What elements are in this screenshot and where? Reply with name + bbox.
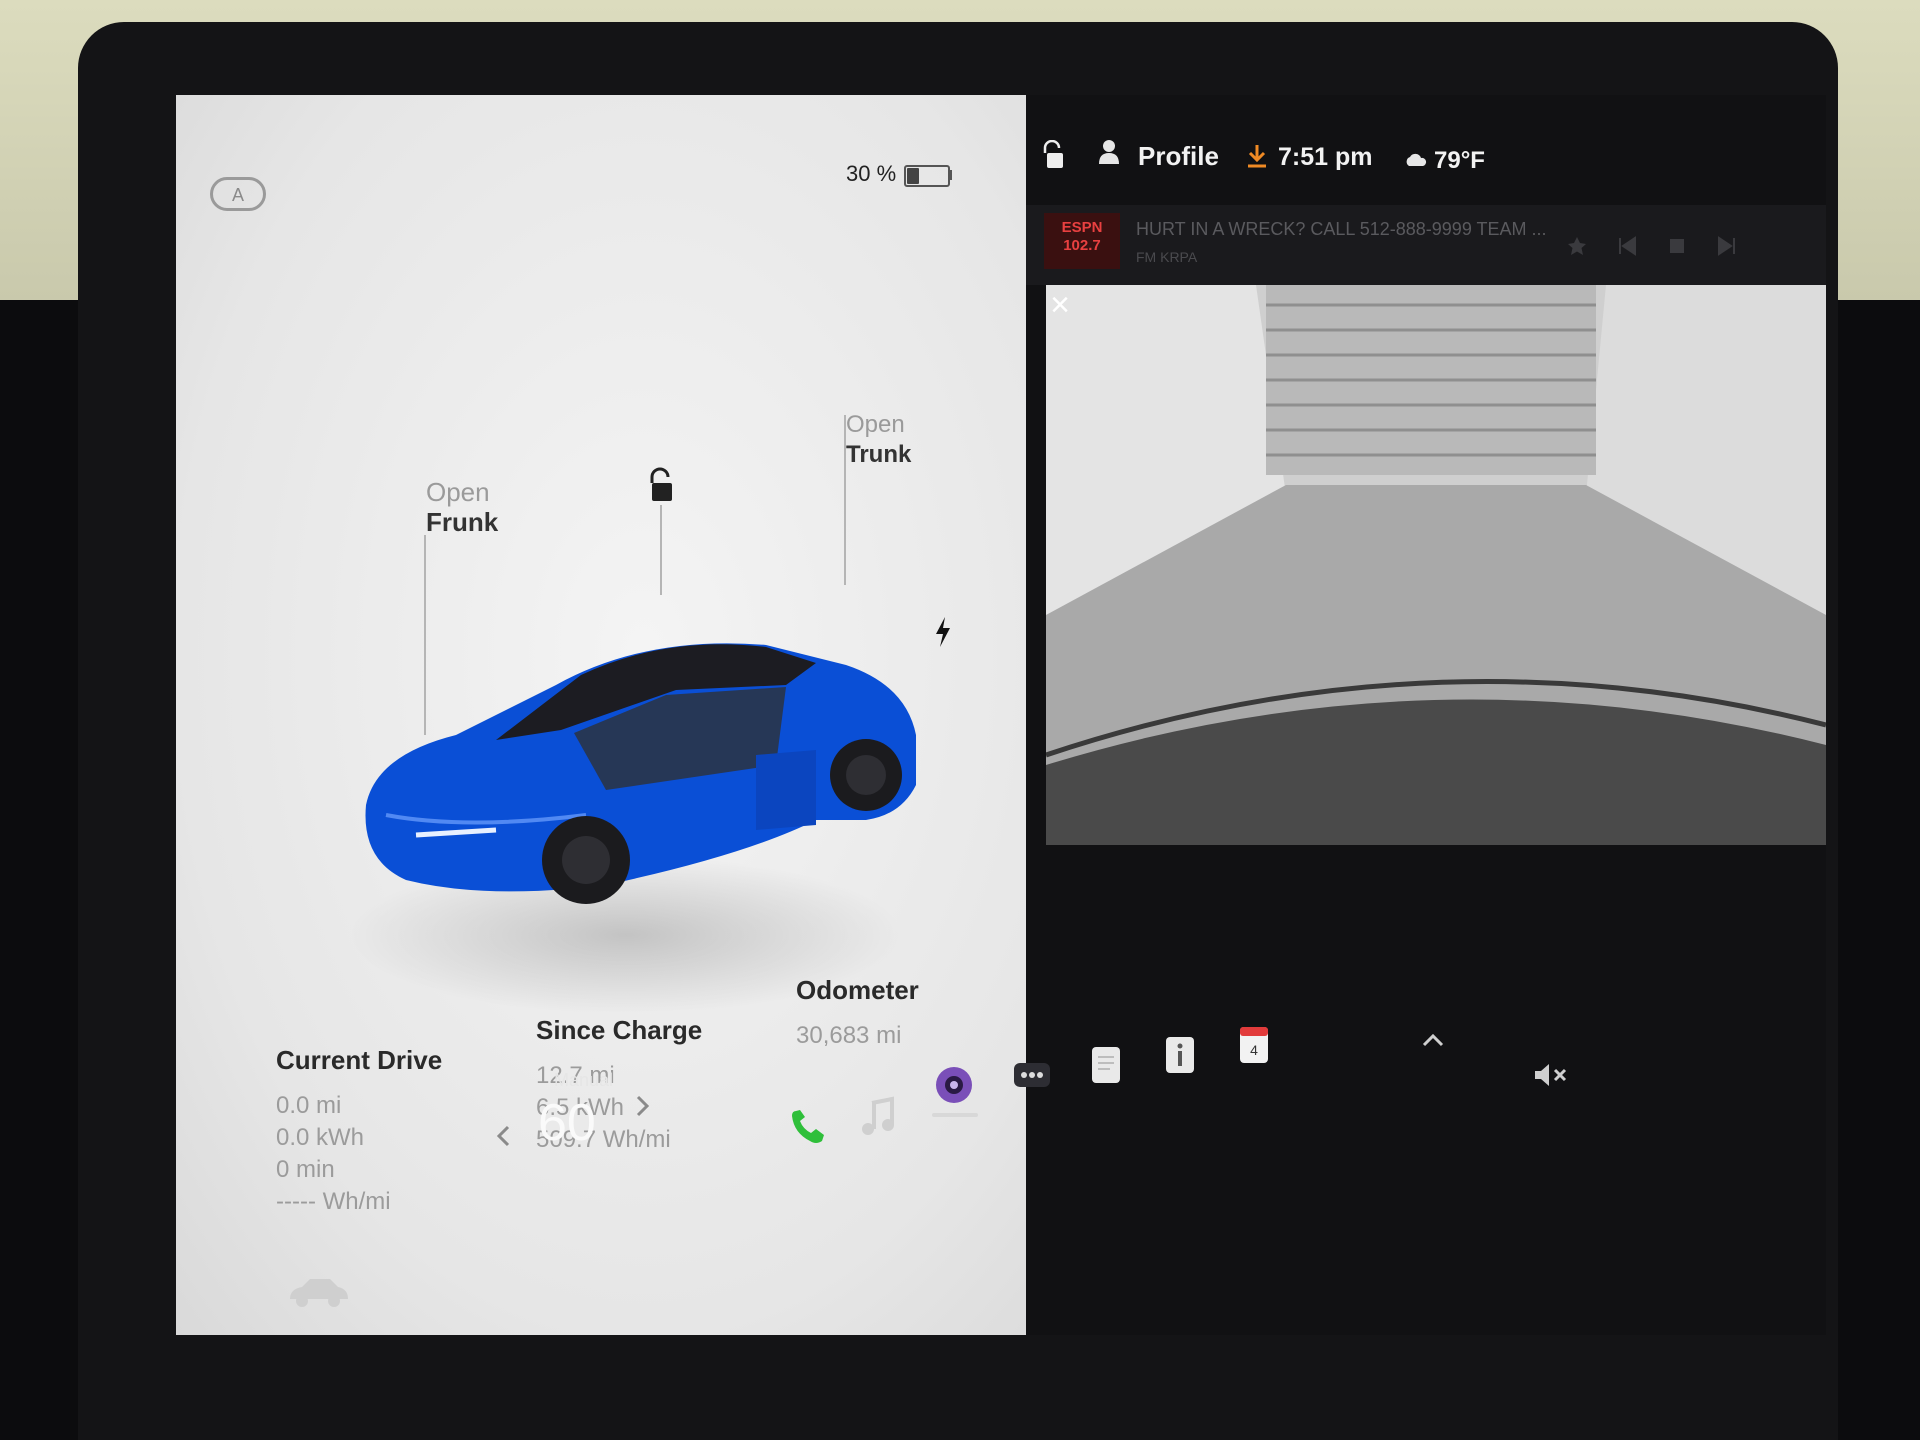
clock-time: 7:51 pm <box>1278 143 1373 171</box>
trip-current-drive: Current Drive 0.0 mi 0.0 kWh 0 min -----… <box>276 1045 442 1218</box>
trunk-action: Open <box>846 411 905 438</box>
chevron-left-icon[interactable] <box>496 1125 510 1147</box>
charge-port-icon[interactable] <box>932 615 954 649</box>
odometer-value: 30,683 mi <box>796 1022 902 1049</box>
phone-icon[interactable] <box>786 1105 830 1149</box>
odometer-title: Odometer <box>796 975 919 1005</box>
lock-callout-line <box>660 505 662 595</box>
station-logo: ESPN 102.7 <box>1044 213 1120 269</box>
current-drive-title: Current Drive <box>276 1045 443 1075</box>
notes-icon[interactable] <box>1084 1043 1128 1087</box>
info-icon[interactable] <box>1158 1033 1202 1077</box>
profile-icon[interactable] <box>1098 139 1120 165</box>
camera-app-icon[interactable] <box>932 1063 976 1107</box>
media-title: HURT IN A WRECK? CALL 512-888-9999 TEAM … <box>1136 219 1547 239</box>
battery-level-fill <box>907 168 919 184</box>
active-app-indicator <box>932 1113 978 1117</box>
frunk-name: Frunk <box>426 507 499 537</box>
trip-odometer: Odometer 30,683 mi <box>796 975 919 1052</box>
open-trunk-button[interactable]: Open Trunk <box>846 410 911 470</box>
current-drive-distance: 0.0 mi <box>276 1092 342 1119</box>
speed-mode-label: Manual <box>554 1070 614 1090</box>
mute-icon[interactable] <box>1532 1061 1570 1089</box>
next-track-icon[interactable] <box>1716 235 1738 257</box>
calendar-icon[interactable]: 4 <box>1232 1023 1276 1067</box>
trunk-name: Trunk <box>846 441 912 468</box>
right-panel: Profile 7:51 pm 79°F ESPN 102.7 HURT IN … <box>1026 95 1826 1335</box>
cloud-icon <box>1406 153 1427 166</box>
rear-camera-feed <box>1046 285 1826 845</box>
status-bar: Profile 7:51 pm 79°F <box>1026 95 1826 185</box>
battery-icon <box>904 165 950 187</box>
lock-icon[interactable] <box>1040 140 1064 170</box>
auto-headlights-icon[interactable]: A <box>210 177 266 211</box>
chevron-right-icon[interactable] <box>636 1095 650 1117</box>
more-icon[interactable] <box>1010 1053 1054 1097</box>
car-3d-model <box>365 643 916 904</box>
close-camera-button[interactable]: × <box>1040 285 1080 325</box>
previous-track-icon[interactable] <box>1616 235 1638 257</box>
frunk-action: Open <box>426 477 490 507</box>
car-icon[interactable] <box>286 1273 350 1309</box>
touchscreen: A 30 % Open Frunk Open Trunk Current Dri… <box>176 95 1826 1335</box>
since-charge-title: Since Charge <box>536 1015 703 1045</box>
music-icon[interactable] <box>856 1095 900 1139</box>
current-drive-duration: 0 min <box>276 1156 335 1183</box>
car-unlocked-icon[interactable] <box>646 467 676 505</box>
profile-button[interactable]: Profile <box>1138 141 1219 172</box>
speed-setting: 60 <box>538 1094 596 1152</box>
software-update-icon[interactable] <box>1246 143 1268 169</box>
outside-temperature: 79°F <box>1434 147 1485 174</box>
calendar-day: 4 <box>1250 1042 1258 1058</box>
media-subtitle: FM KRPA <box>1136 249 1198 265</box>
battery-percent: 30 % <box>846 161 897 186</box>
chevron-up-icon[interactable] <box>1422 1033 1444 1047</box>
current-drive-energy: 0.0 kWh <box>276 1124 365 1151</box>
car-status-panel: A 30 % Open Frunk Open Trunk Current Dri… <box>176 95 1026 1335</box>
stop-icon[interactable] <box>1666 235 1688 257</box>
favorite-icon[interactable] <box>1566 235 1588 257</box>
open-frunk-button[interactable]: Open Frunk <box>426 477 498 537</box>
media-player[interactable]: ESPN 102.7 HURT IN A WRECK? CALL 512-888… <box>1026 205 1826 285</box>
battery-tip <box>948 170 952 180</box>
current-drive-efficiency: ----- Wh/mi <box>276 1188 391 1215</box>
